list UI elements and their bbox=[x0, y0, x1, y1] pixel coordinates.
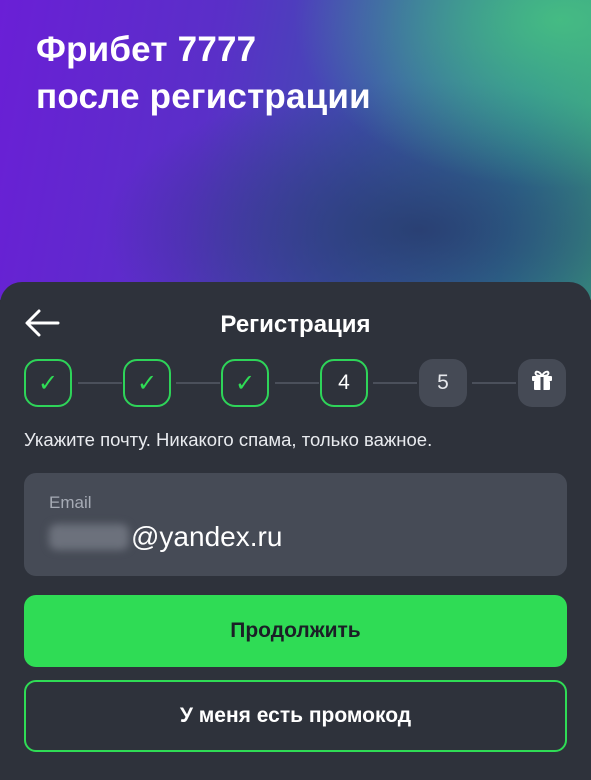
promo-code-button[interactable]: У меня есть промокод bbox=[24, 680, 567, 752]
email-domain: @yandex.ru bbox=[131, 521, 283, 552]
step-3-completed: ✓ bbox=[221, 359, 269, 407]
email-field[interactable]: Email @yandex.ru bbox=[24, 473, 567, 576]
registration-sheet: Регистрация ✓ ✓ ✓ 4 5 Укажите почту. Ник… bbox=[0, 282, 591, 780]
registration-stepper: ✓ ✓ ✓ 4 5 bbox=[24, 359, 567, 407]
step-4-current: 4 bbox=[320, 359, 368, 407]
redacted-username bbox=[49, 524, 129, 550]
page-title: Регистрация bbox=[220, 311, 371, 338]
promo-banner: Фрибет 7777 после регистрации bbox=[0, 0, 591, 300]
step-connector bbox=[275, 382, 319, 384]
step-5-pending: 5 bbox=[419, 359, 467, 407]
step-gift bbox=[518, 359, 566, 407]
step-number: 4 bbox=[338, 371, 350, 394]
email-hint: Укажите почту. Никакого спама, только ва… bbox=[24, 429, 433, 450]
promo-title: Фрибет 7777 после регистрации bbox=[36, 26, 371, 120]
step-connector bbox=[78, 382, 122, 384]
promo-title-line-2: после регистрации bbox=[36, 77, 371, 116]
step-number: 5 bbox=[437, 371, 449, 394]
check-icon: ✓ bbox=[37, 369, 59, 397]
step-2-completed: ✓ bbox=[123, 359, 171, 407]
step-1-completed: ✓ bbox=[24, 359, 72, 407]
gift-icon bbox=[529, 367, 555, 399]
check-icon: ✓ bbox=[136, 369, 158, 397]
email-input[interactable]: @yandex.ru bbox=[49, 521, 282, 553]
step-connector bbox=[373, 382, 417, 384]
continue-button[interactable]: Продолжить bbox=[24, 595, 567, 667]
step-connector bbox=[472, 382, 516, 384]
promo-title-line-1: Фрибет 7777 bbox=[36, 30, 257, 69]
step-connector bbox=[176, 382, 220, 384]
sheet-header: Регистрация bbox=[0, 300, 591, 346]
check-icon: ✓ bbox=[234, 369, 256, 397]
email-field-label: Email bbox=[49, 493, 92, 512]
